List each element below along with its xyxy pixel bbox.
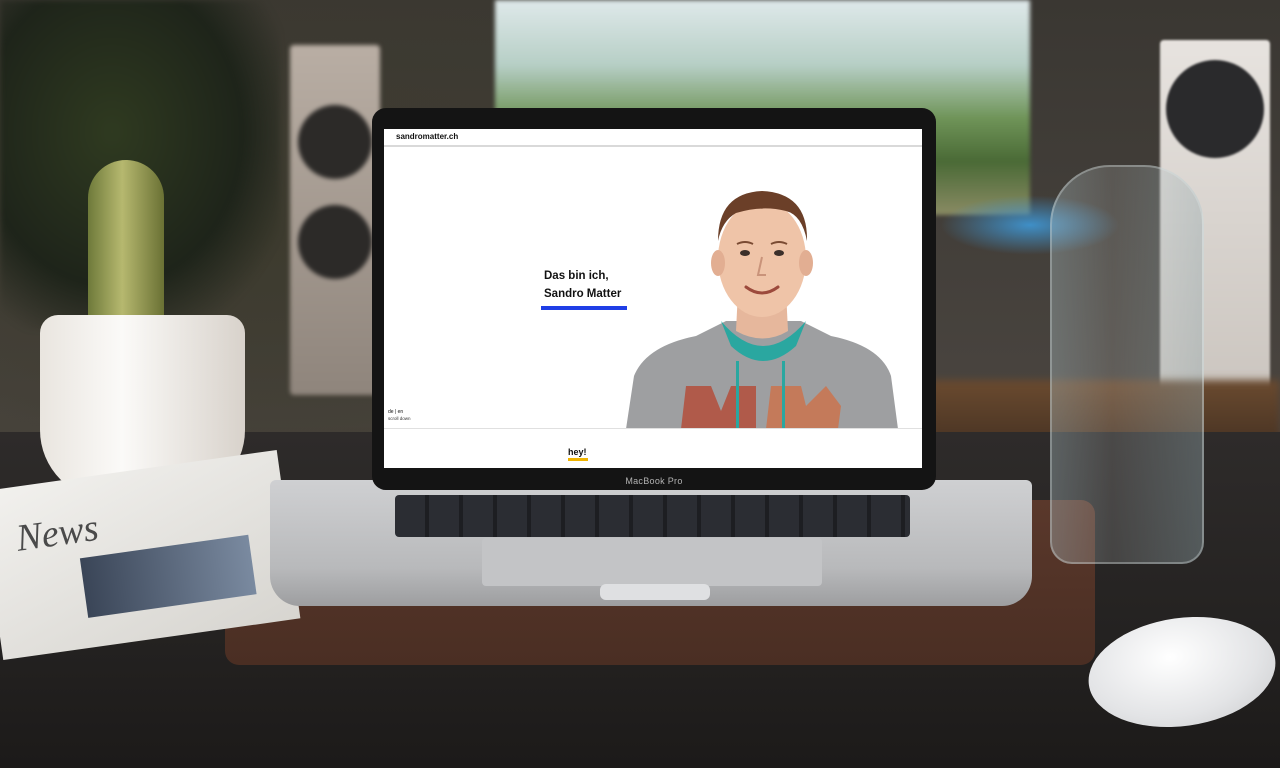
- newspaper-photo: [79, 534, 257, 618]
- laptop-screen: sandromatter.ch Das bin ich, Sandro Matt…: [384, 129, 922, 468]
- hero-greeting: Das bin ich,: [544, 270, 609, 282]
- glass-bottle: [1050, 165, 1204, 564]
- site-logo-link[interactable]: sandromatter.ch: [396, 132, 458, 141]
- scroll-down-link[interactable]: scroll down: [388, 416, 411, 421]
- speaker-cone: [1180, 80, 1250, 150]
- portrait-photo: [626, 191, 898, 429]
- section-heading: hey!: [568, 447, 587, 457]
- section-divider: [384, 428, 922, 429]
- site-header: sandromatter.ch: [384, 129, 922, 147]
- trackpad: [482, 538, 822, 586]
- laptop-brand-label: MacBook Pro: [625, 476, 683, 486]
- speaker-cone: [298, 205, 372, 279]
- lang-separator: |: [394, 409, 397, 415]
- lang-de-link[interactable]: de: [388, 409, 394, 415]
- speaker-cone: [298, 105, 372, 179]
- language-switch: de | en: [388, 409, 403, 415]
- laptop-lip: [600, 584, 710, 600]
- cactus: [88, 160, 164, 340]
- left-speaker: [290, 45, 380, 395]
- section-heading-underline: [568, 458, 588, 461]
- hero-underline: [541, 306, 627, 310]
- keyboard: [395, 495, 910, 537]
- newspaper-masthead: News: [13, 506, 102, 560]
- hero-name: Sandro Matter: [544, 288, 622, 300]
- lang-en-link[interactable]: en: [398, 409, 404, 415]
